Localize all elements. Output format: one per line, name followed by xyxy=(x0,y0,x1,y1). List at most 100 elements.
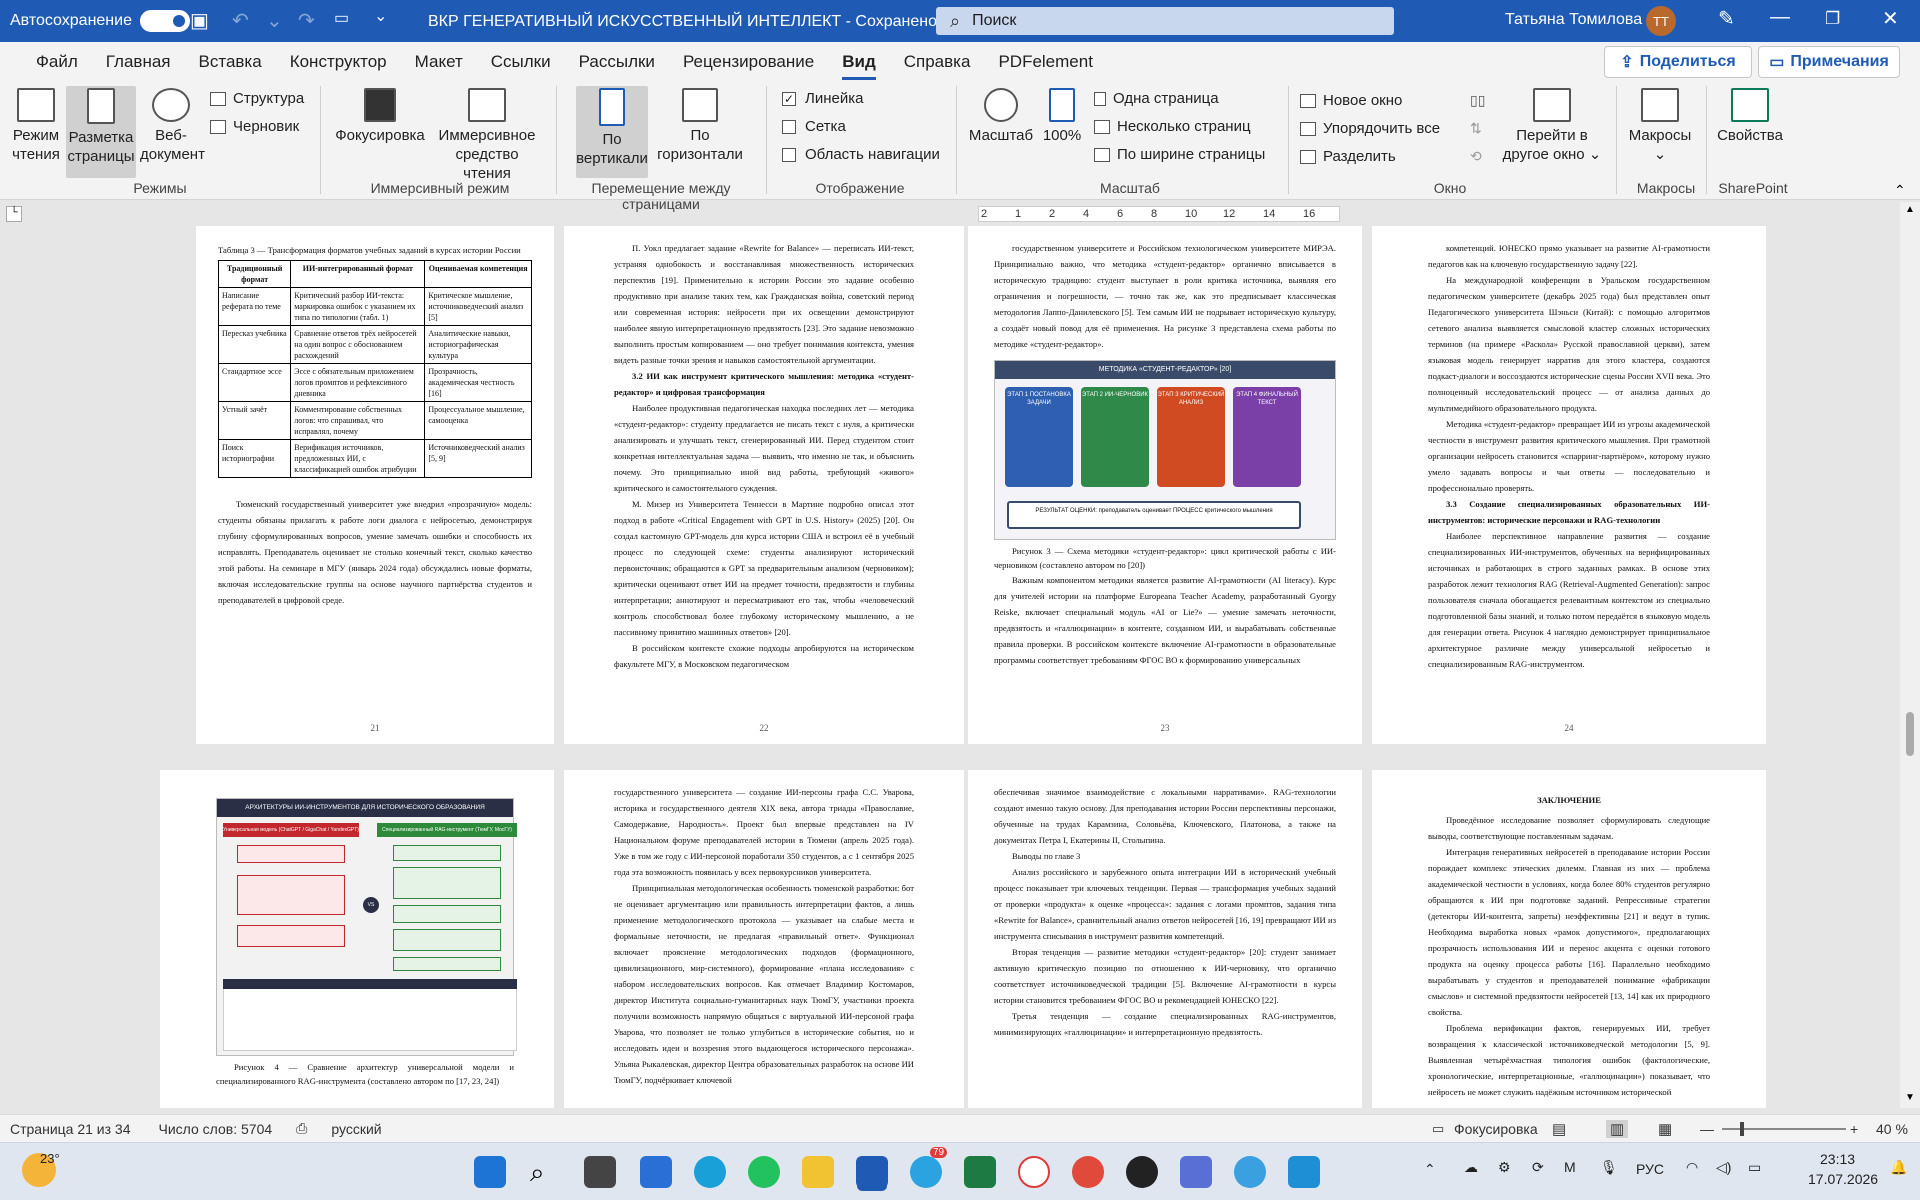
tab-view[interactable]: Вид xyxy=(828,42,890,82)
clock-date[interactable]: 17.07.2026 xyxy=(1808,1171,1878,1187)
tab-review[interactable]: Рецензирование xyxy=(669,42,828,82)
tab-references[interactable]: Ссылки xyxy=(477,42,565,82)
comments-button[interactable]: ▭ Примечания xyxy=(1758,46,1900,78)
sync-icon[interactable]: ⟳ xyxy=(1532,1159,1544,1176)
whatsapp-icon[interactable] xyxy=(748,1156,780,1188)
side-to-side-button[interactable]: По горизонтали xyxy=(650,88,750,164)
tray-chevron-up-icon[interactable]: ⌃ xyxy=(1424,1161,1436,1178)
zoom-slider-thumb[interactable] xyxy=(1740,1122,1744,1136)
page-width-button[interactable]: По ширине страницы xyxy=(1094,146,1265,163)
page-count[interactable]: Страница 21 из 34 xyxy=(10,1121,131,1137)
split-button[interactable]: Разделить xyxy=(1300,148,1396,165)
pen-icon[interactable]: ✎ xyxy=(1718,6,1735,31)
page-22[interactable]: П. Уокл предлагает задание «Rewrite for … xyxy=(564,226,964,744)
sync-scroll-icon[interactable]: ⇅ xyxy=(1470,120,1482,137)
web-layout-button[interactable]: Веб-документ xyxy=(140,88,205,164)
page-26[interactable]: государственного университета — создание… xyxy=(564,770,964,1108)
web-layout-icon[interactable]: ▦ xyxy=(1658,1120,1672,1138)
clock-time[interactable]: 23:13 xyxy=(1820,1151,1855,1167)
task-view-icon[interactable] xyxy=(584,1156,616,1188)
cloud-app-icon[interactable] xyxy=(1288,1156,1320,1188)
scroll-down-icon[interactable]: ▼ xyxy=(1905,1092,1915,1103)
document-title[interactable]: ВКР ГЕНЕРАТИВНЫЙ ИСКУССТВЕННЫЙ ИНТЕЛЛЕКТ… xyxy=(428,11,955,31)
scroll-up-icon[interactable]: ▲ xyxy=(1905,204,1915,215)
one-page-button[interactable]: Одна страница xyxy=(1094,90,1219,107)
reset-window-icon[interactable]: ⟲ xyxy=(1470,148,1482,165)
search-icon[interactable]: ⌕ xyxy=(530,1156,562,1188)
proofing-icon[interactable]: ⎙ xyxy=(296,1120,307,1137)
input-language[interactable]: РУС xyxy=(1636,1161,1664,1177)
zoom-out-icon[interactable]: — xyxy=(1700,1121,1714,1137)
avatar[interactable]: ТТ xyxy=(1646,6,1676,36)
properties-button[interactable]: Свойства xyxy=(1712,88,1788,145)
app-icon[interactable] xyxy=(1126,1156,1158,1188)
volume-icon[interactable]: ◁) xyxy=(1716,1159,1731,1176)
user-name[interactable]: Татьяна Томилова xyxy=(1505,11,1642,29)
share-button[interactable]: ⇪ Поделиться xyxy=(1604,46,1752,78)
macros-button[interactable]: Макросы ⌄ xyxy=(1624,88,1696,164)
ruler-checkbox[interactable]: ✓ Линейка xyxy=(782,90,863,107)
tab-insert[interactable]: Вставка xyxy=(185,42,276,82)
excel-icon[interactable] xyxy=(964,1156,996,1188)
zoom-level[interactable]: 40 % xyxy=(1876,1121,1908,1137)
focus-button[interactable]: Фокусировка xyxy=(330,88,430,145)
store-icon[interactable] xyxy=(640,1156,672,1188)
quick-print-icon[interactable]: ▭ xyxy=(334,8,349,28)
minimize-icon[interactable]: — xyxy=(1770,6,1790,29)
grid-checkbox[interactable]: Сетка xyxy=(782,118,846,135)
close-icon[interactable]: ✕ xyxy=(1882,6,1899,31)
document-canvas[interactable]: Таблица 3 — Трансформация форматов учебн… xyxy=(0,222,1916,1108)
multiple-pages-button[interactable]: Несколько страниц xyxy=(1094,118,1251,135)
font-icon[interactable]: M xyxy=(1564,1159,1576,1175)
immersive-reader-button[interactable]: Иммерсивное средство чтения xyxy=(430,88,544,183)
file-explorer-icon[interactable] xyxy=(802,1156,834,1188)
scroll-thumb[interactable] xyxy=(1906,712,1914,756)
microphone-icon[interactable]: 🎙 xyxy=(1600,1159,1618,1176)
battery-icon[interactable]: ▭ xyxy=(1748,1159,1761,1176)
new-window-button[interactable]: Новое окно xyxy=(1300,92,1402,109)
focus-mode-button[interactable]: Фокусировка xyxy=(1454,1121,1538,1137)
edge-icon[interactable] xyxy=(694,1156,726,1188)
network-icon[interactable]: ☁ xyxy=(1464,1159,1478,1176)
telegram-icon[interactable] xyxy=(910,1156,942,1188)
wifi-icon[interactable]: ◠ xyxy=(1686,1159,1698,1176)
word-icon[interactable] xyxy=(856,1156,888,1188)
page-25[interactable]: АРХИТЕКТУРЫ ИИ-ИНСТРУМЕНТОВ ДЛЯ ИСТОРИЧЕ… xyxy=(160,770,554,1108)
page-21[interactable]: Таблица 3 — Трансформация форматов учебн… xyxy=(196,226,554,744)
tab-selector-icon[interactable]: └ xyxy=(6,206,22,222)
zoom-in-icon[interactable]: + xyxy=(1850,1121,1858,1137)
page-27[interactable]: обеспечивая значимое взаимодействие с ло… xyxy=(968,770,1362,1108)
switch-windows-button[interactable]: Перейти в другое окно ⌄ xyxy=(1500,88,1604,164)
autosave[interactable]: Автосохранение xyxy=(10,10,190,32)
settings-icon[interactable]: ⚙ xyxy=(1498,1159,1511,1176)
tab-mailings[interactable]: Рассылки xyxy=(565,42,669,82)
tab-layout[interactable]: Макет xyxy=(401,42,477,82)
yandex-browser-icon[interactable] xyxy=(1018,1156,1050,1188)
notifications-icon[interactable]: 🔔 xyxy=(1890,1159,1907,1176)
chrome-icon[interactable] xyxy=(1072,1156,1104,1188)
vertical-scrollbar[interactable]: ▲ ▼ xyxy=(1900,202,1920,1108)
navigation-pane-checkbox[interactable]: Область навигации xyxy=(782,146,940,163)
chrome-profile-icon[interactable] xyxy=(1234,1156,1266,1188)
save-icon[interactable]: ▣ xyxy=(190,8,209,33)
page-24[interactable]: компетенций. ЮНЕСКО прямо указывает на р… xyxy=(1372,226,1766,744)
arrange-all-button[interactable]: Упорядочить все xyxy=(1300,120,1440,137)
language[interactable]: русский xyxy=(331,1121,381,1137)
draft-button[interactable]: Черновик xyxy=(210,118,299,135)
word-count[interactable]: Число слов: 5704 xyxy=(159,1121,273,1137)
read-mode-icon[interactable]: ▤ xyxy=(1552,1120,1566,1138)
dropdown-icon[interactable]: ⌄ xyxy=(266,8,283,33)
tab-design[interactable]: Конструктор xyxy=(276,42,401,82)
search-box[interactable]: ⌕ Поиск xyxy=(936,7,1394,35)
tab-home[interactable]: Главная xyxy=(92,42,185,82)
restore-icon[interactable]: ❐ xyxy=(1825,9,1840,29)
read-mode-button[interactable]: Режим чтения xyxy=(6,88,66,164)
outline-button[interactable]: Структура xyxy=(210,90,304,107)
tab-pdfelement[interactable]: PDFelement xyxy=(984,42,1106,82)
vertical-button[interactable]: По вертикали xyxy=(576,86,648,178)
zoom-button[interactable]: Масштаб xyxy=(964,88,1038,145)
redo-icon[interactable]: ↷ xyxy=(298,8,315,33)
side-by-side-icon[interactable]: ▯▯ xyxy=(1470,92,1485,109)
undo-icon[interactable]: ↶ xyxy=(232,8,249,33)
page-28[interactable]: ЗАКЛЮЧЕНИЕ Проведённое исследование позв… xyxy=(1372,770,1766,1108)
